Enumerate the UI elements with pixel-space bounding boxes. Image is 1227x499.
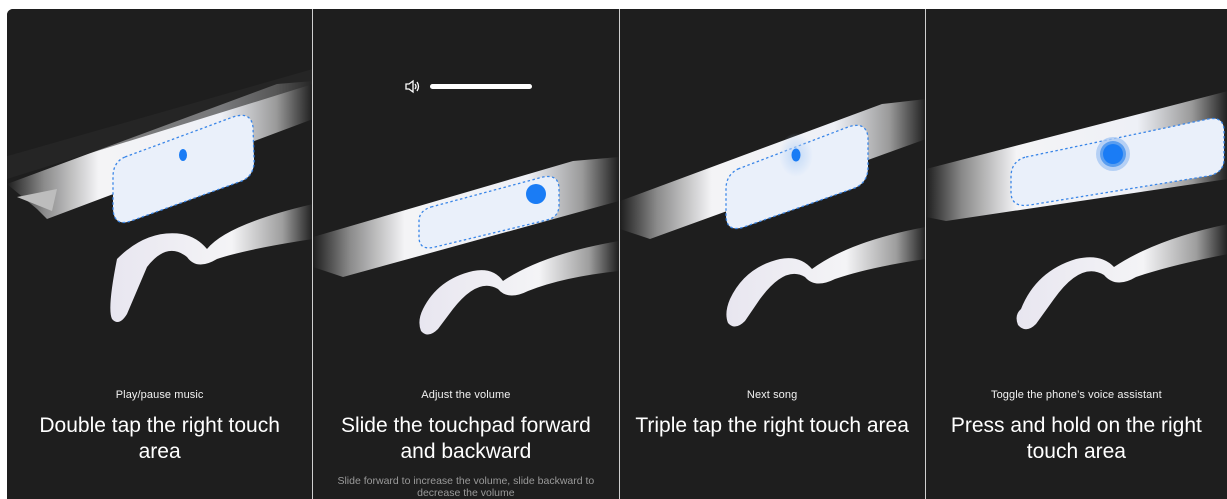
gesture-subtitle: Toggle the phone’s voice assistant <box>990 389 1162 401</box>
press-point <box>1102 144 1123 164</box>
gesture-subtitle: Next song <box>746 389 798 401</box>
panel-play-pause: Play/pause music Double tap the right to… <box>7 9 314 499</box>
gesture-subtitle: Adjust the volume <box>421 389 511 401</box>
back-arm <box>1016 224 1227 330</box>
panel-volume: Adjust the volume Slide the touchpad for… <box>313 9 620 499</box>
back-arm <box>725 227 925 327</box>
panel-voice-assistant: Toggle the phone’s voice assistant Press… <box>925 9 1227 499</box>
volume-indicator <box>405 79 533 94</box>
tap-point <box>179 149 187 161</box>
gesture-title: Triple tap the right touch area <box>635 414 909 437</box>
glasses-illustration <box>925 91 1227 330</box>
slide-point <box>526 184 547 204</box>
tap-point <box>791 148 800 162</box>
caption: Adjust the volume Slide the touchpad for… <box>313 389 618 499</box>
gesture-subtitle: Play/pause music <box>115 389 204 401</box>
panel-next-song: Next song Triple tap the right touch are… <box>619 9 926 499</box>
glasses-illustration <box>313 79 619 335</box>
gesture-description: Slide forward to increase the volume, sl… <box>337 475 595 499</box>
caption: Play/pause music Double tap the right to… <box>7 389 312 465</box>
speaker-icon <box>405 79 420 94</box>
gesture-title: Double tap the right touch area <box>39 414 280 463</box>
caption: Toggle the phone’s voice assistant Press… <box>926 389 1227 465</box>
back-arm <box>419 241 619 335</box>
glasses-illustration <box>7 69 313 323</box>
gesture-title: Slide the touchpad forward and backward <box>340 414 591 463</box>
volume-fill <box>430 84 533 89</box>
gesture-guide: Play/pause music Double tap the right to… <box>7 9 1227 499</box>
caption: Next song Triple tap the right touch are… <box>620 389 925 439</box>
gesture-title: Press and hold on the right touch area <box>950 414 1202 463</box>
back-arm <box>110 204 313 323</box>
glasses-illustration <box>619 99 925 327</box>
